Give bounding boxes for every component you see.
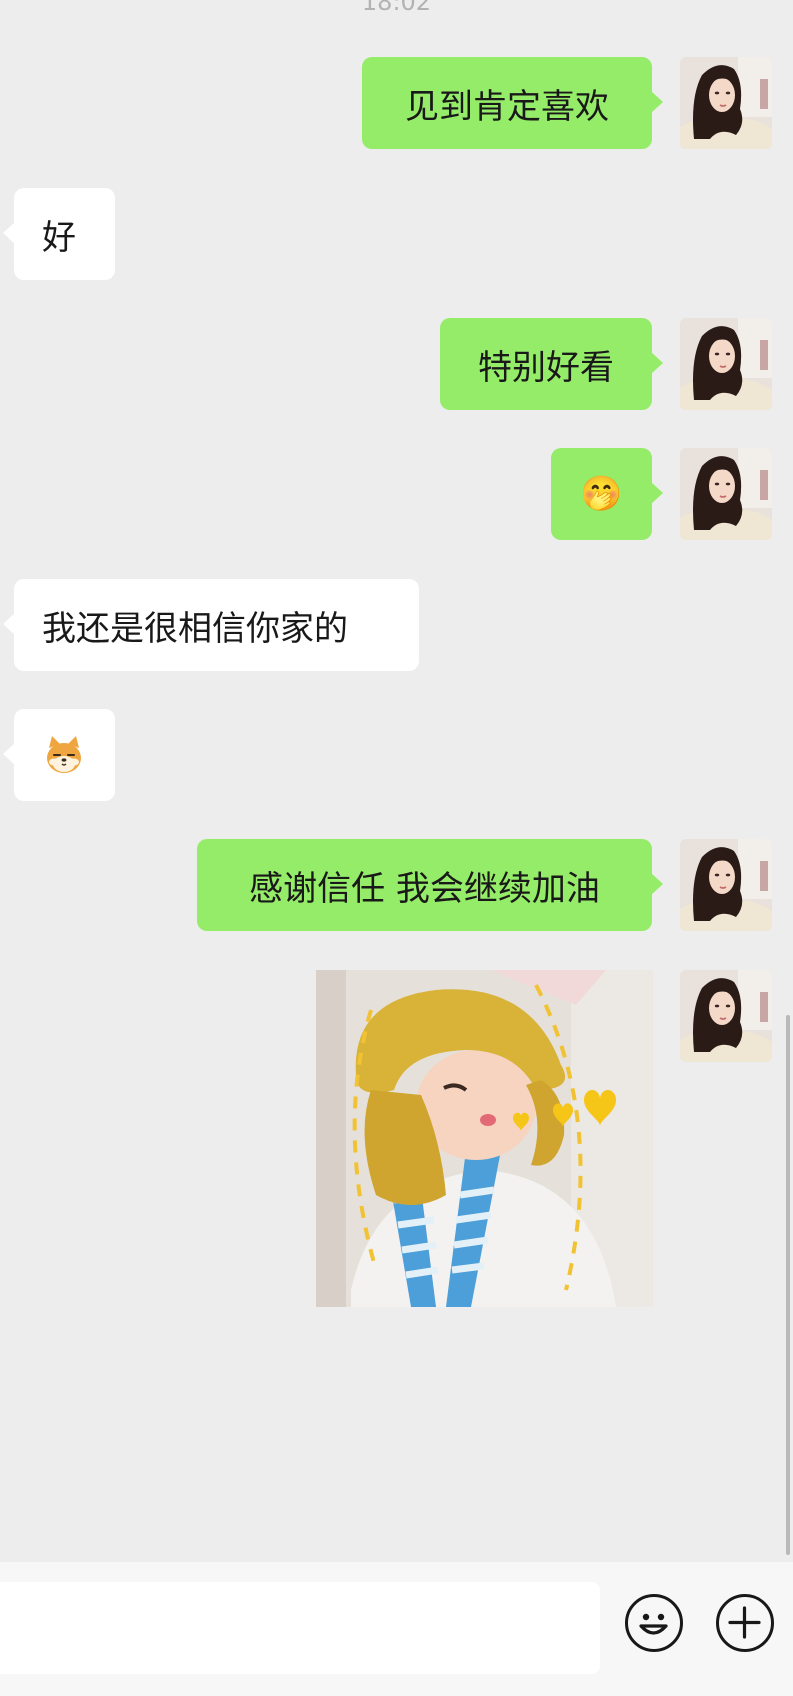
more-button[interactable] bbox=[716, 1594, 774, 1652]
incoming-message[interactable]: 好 bbox=[3, 188, 115, 280]
avatar[interactable] bbox=[680, 318, 772, 410]
chat-timestamp: 18:02 bbox=[361, 0, 432, 16]
avatar[interactable] bbox=[680, 57, 772, 149]
incoming-message[interactable]: 我还是很相信你家的 bbox=[3, 579, 419, 671]
message-text: 感谢信任 我会继续加油 bbox=[249, 868, 600, 909]
message-text: 好 bbox=[42, 217, 76, 258]
smiley-icon bbox=[639, 1613, 668, 1635]
outgoing-emoji-message[interactable]: 🤭 bbox=[551, 448, 663, 540]
avatar[interactable] bbox=[680, 970, 772, 1062]
outgoing-message[interactable]: 特别好看 bbox=[440, 318, 663, 410]
message-text: 我还是很相信你家的 bbox=[42, 608, 348, 649]
hand-over-mouth-emoji: 🤭 bbox=[580, 474, 623, 514]
outgoing-message[interactable]: 感谢信任 我会继续加油 bbox=[197, 839, 663, 931]
incoming-emoji-message[interactable] bbox=[3, 709, 115, 801]
outgoing-message[interactable]: 见到肯定喜欢 bbox=[362, 57, 663, 149]
avatar[interactable] bbox=[680, 839, 772, 931]
message-input[interactable] bbox=[0, 1582, 600, 1674]
avatar[interactable] bbox=[680, 448, 772, 540]
emoji-button[interactable] bbox=[625, 1594, 683, 1652]
shiba-dog-icon bbox=[42, 733, 86, 777]
plus-icon bbox=[728, 1606, 761, 1639]
child-yellow-hat-photo[interactable] bbox=[316, 970, 653, 1307]
message-text: 特别好看 bbox=[478, 347, 614, 388]
scrollbar[interactable] bbox=[786, 1015, 790, 1555]
message-text: 见到肯定喜欢 bbox=[405, 86, 609, 127]
